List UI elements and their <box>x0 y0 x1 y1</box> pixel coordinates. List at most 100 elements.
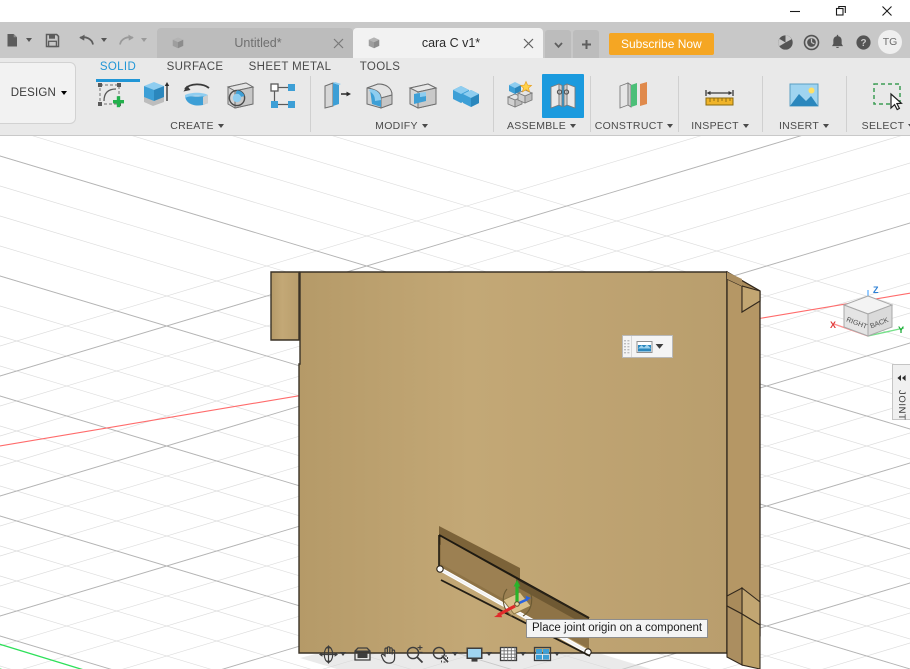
press-pull-button[interactable] <box>316 74 358 118</box>
undo-button[interactable] <box>75 26 98 54</box>
window-minimize-button[interactable] <box>772 0 818 22</box>
offset-plane-button[interactable] <box>608 74 660 118</box>
redo-button[interactable] <box>115 26 138 54</box>
shell-button[interactable] <box>402 74 444 118</box>
display-settings-button[interactable] <box>462 642 495 666</box>
viewcube-axis-z-label: Z <box>873 285 879 295</box>
ribbon-group-label-insert[interactable]: INSERT <box>778 118 830 134</box>
canvas-opacity-button[interactable] <box>632 340 664 354</box>
new-tab-button[interactable] <box>573 30 599 58</box>
job-status-icon[interactable] <box>800 31 822 53</box>
ribbon-group-label-construct[interactable]: CONSTRUCT <box>595 118 674 134</box>
user-avatar[interactable]: TG <box>878 30 902 54</box>
insert-canvas-icon <box>789 83 819 107</box>
grid-and-snaps-button[interactable] <box>496 642 529 666</box>
ribbon-group-inspect: INSPECT <box>678 74 762 136</box>
document-tab-cara-c[interactable]: cara C v1* <box>353 28 543 58</box>
hole-icon <box>226 82 255 109</box>
offset-plane-icon <box>619 82 647 109</box>
ribbon: DESIGN SOLID SURFACE SHEET METAL TOOLS C… <box>0 58 910 136</box>
ribbon-tab-label: SOLID <box>99 61 137 73</box>
chevron-down-icon <box>667 124 674 128</box>
select-icon <box>873 83 903 111</box>
orbit-icon <box>319 644 338 664</box>
orbit-button[interactable] <box>316 642 349 666</box>
tab-list-dropdown-button[interactable] <box>545 30 571 58</box>
measure-button[interactable] <box>694 74 746 118</box>
save-icon <box>45 33 60 47</box>
fit-button[interactable] <box>428 642 461 666</box>
view-navigation-bar <box>316 641 563 667</box>
viewport-scene <box>0 136 910 669</box>
document-cube-icon <box>368 37 380 49</box>
file-menu-caret[interactable] <box>23 38 34 42</box>
fillet-button[interactable] <box>359 74 401 118</box>
view-cube[interactable]: Z X Y RIGHT BACK <box>826 278 910 364</box>
drag-handle-icon[interactable] <box>623 336 632 357</box>
create-sketch-icon <box>98 83 124 108</box>
redo-caret[interactable] <box>138 38 149 42</box>
group-label-text: INSERT <box>778 120 820 132</box>
chevron-down-icon <box>452 652 458 656</box>
revolve-button[interactable] <box>176 74 218 118</box>
svg-text:?: ? <box>860 38 866 49</box>
ribbon-group-label-inspect[interactable]: INSPECT <box>691 118 749 134</box>
save-button[interactable] <box>42 26 63 54</box>
double-left-arrow-icon <box>897 375 906 381</box>
window-close-button[interactable] <box>864 0 910 22</box>
combine-button[interactable] <box>445 74 487 118</box>
zoom-button[interactable] <box>402 642 427 666</box>
extensions-icon[interactable] <box>774 31 796 53</box>
viewcube-axis-y-label: Y <box>898 325 904 335</box>
pan-hand-icon <box>380 645 396 664</box>
create-sketch-button[interactable] <box>90 74 132 118</box>
ribbon-group-label-create[interactable]: CREATE <box>170 118 224 134</box>
window-restore-button[interactable] <box>818 0 864 22</box>
rectangular-pattern-button[interactable] <box>262 74 304 118</box>
plus-icon <box>581 39 591 49</box>
insert-canvas-button[interactable] <box>778 74 830 118</box>
new-component-button[interactable] <box>499 74 541 118</box>
press-pull-icon <box>324 82 351 109</box>
pattern-icon <box>270 83 295 108</box>
fusion360-window: Untitled* cara C v1* Subscribe Now ? TG … <box>0 0 910 669</box>
group-label-text: CREATE <box>170 120 214 132</box>
ribbon-group-label-modify[interactable]: MODIFY <box>375 118 428 134</box>
fillet-icon <box>366 83 393 109</box>
joint-button[interactable] <box>542 74 584 118</box>
chevron-down-icon <box>570 124 576 128</box>
workspace-switcher[interactable]: DESIGN <box>0 62 76 124</box>
document-tab-untitled[interactable]: Untitled* <box>157 28 353 58</box>
ribbon-tab-label: SHEET METAL <box>248 61 332 73</box>
grid-icon <box>499 646 518 661</box>
chevron-down-icon <box>421 124 428 128</box>
ribbon-group-label-assemble[interactable]: ASSEMBLE <box>507 118 576 134</box>
document-tab-close-button[interactable] <box>521 36 535 50</box>
notifications-icon[interactable] <box>826 31 848 53</box>
undo-caret[interactable] <box>98 38 109 42</box>
canvas-floating-toolbar[interactable] <box>622 335 673 358</box>
file-menu-button[interactable] <box>2 26 23 54</box>
new-component-icon <box>506 80 534 108</box>
shell-icon <box>408 83 438 109</box>
pan-button[interactable] <box>376 642 401 666</box>
chevron-down-icon <box>553 41 563 48</box>
expand-panel-button[interactable] <box>896 369 907 387</box>
viewport-canvas[interactable]: Place joint origin on a component Z X Y … <box>0 136 910 669</box>
joint-dialog-collapsed[interactable]: JOINT <box>892 364 910 420</box>
joint-icon <box>550 83 576 109</box>
ribbon-group-assemble: ASSEMBLE <box>493 74 590 136</box>
measure-icon <box>705 90 734 106</box>
look-at-button[interactable] <box>350 642 375 666</box>
viewports-button[interactable] <box>530 642 563 666</box>
hole-button[interactable] <box>219 74 261 118</box>
ribbon-group-label-select[interactable]: SELECT <box>862 118 910 134</box>
subscribe-now-button[interactable]: Subscribe Now <box>609 33 714 55</box>
display-settings-icon <box>466 647 483 662</box>
document-tab-close-button[interactable] <box>331 36 345 50</box>
ribbon-tab-label: TOOLS <box>359 61 401 73</box>
extrude-button[interactable] <box>133 74 175 118</box>
select-button[interactable] <box>862 74 910 118</box>
help-icon[interactable]: ? <box>852 31 874 53</box>
group-label-text: INSPECT <box>691 120 739 132</box>
